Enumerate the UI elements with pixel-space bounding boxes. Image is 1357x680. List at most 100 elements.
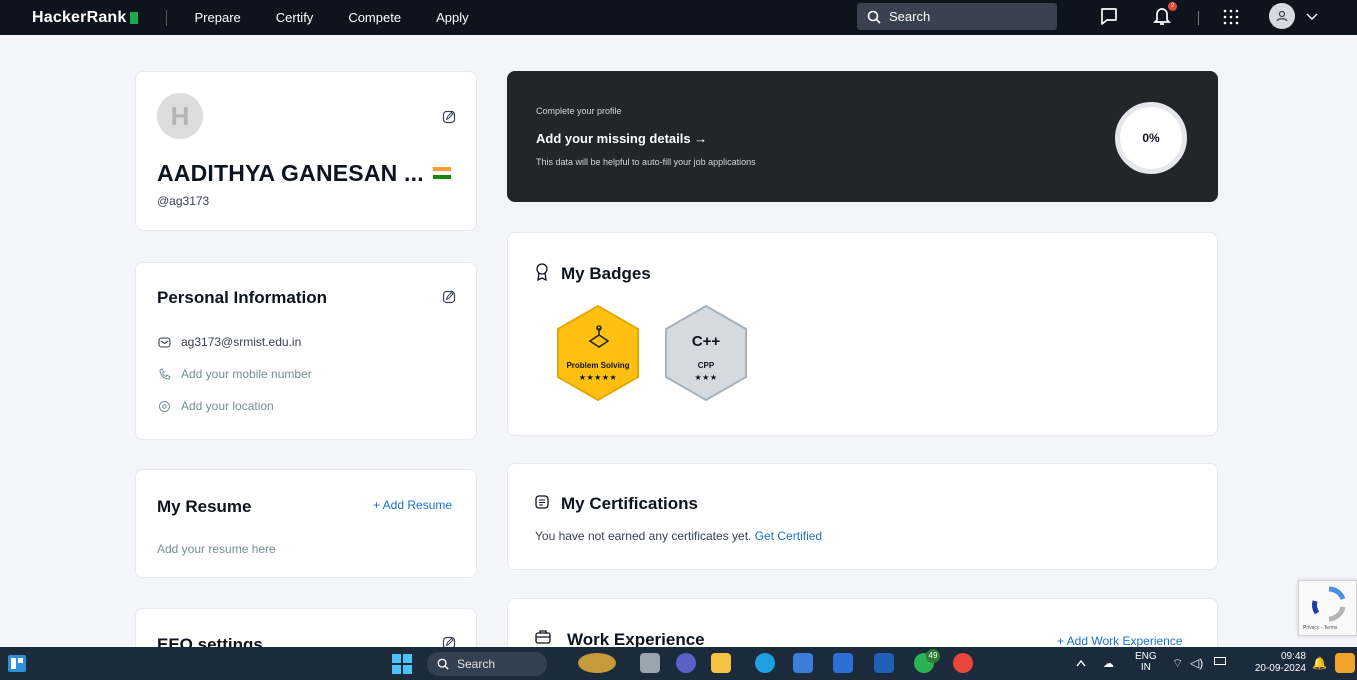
resume-title: My Resume <box>157 497 252 516</box>
taskbar-search-input[interactable]: Search <box>427 652 547 676</box>
chevron-up-icon[interactable] <box>1076 659 1086 667</box>
profile-handle: @ag3173 <box>157 194 210 208</box>
briefcase-icon <box>535 630 551 644</box>
add-work-experience-link[interactable]: + Add Work Experience <box>1057 634 1183 648</box>
profile-name: AADITHYA GANESAN ... <box>157 160 424 186</box>
email-value: ag3173@srmist.edu.in <box>181 335 302 349</box>
main-nav: Prepare Certify Compete Apply <box>195 10 504 25</box>
file-explorer-icon[interactable] <box>711 653 731 673</box>
certifications-card: My Certifications You have not earned an… <box>507 463 1218 570</box>
cpp-logo-text: C++ <box>691 333 721 350</box>
recaptcha-privacy-terms[interactable]: Privacy - Terms <box>1303 625 1337 631</box>
food-app-icon[interactable] <box>578 653 616 673</box>
edit-personal-info-icon[interactable] <box>442 290 456 304</box>
add-resume-link[interactable]: + Add Resume <box>373 498 452 512</box>
windows-start-icon[interactable] <box>392 654 412 674</box>
hexagon-silver-icon <box>665 304 747 402</box>
hackerrank-logo[interactable]: HackerRank <box>32 9 138 27</box>
banner-heading[interactable]: Add your missing details → <box>536 131 707 146</box>
widgets-icon[interactable] <box>8 655 26 672</box>
logo-text: HackerRank <box>32 8 127 26</box>
divider <box>1198 11 1199 25</box>
app-tray-icon[interactable] <box>1335 653 1355 673</box>
microsoft-store-icon[interactable] <box>793 653 813 673</box>
banner-subtitle: Complete your profile <box>536 106 622 116</box>
email-row: ag3173@srmist.edu.in <box>158 335 301 349</box>
search-icon <box>867 10 881 24</box>
location-placeholder: Add your location <box>181 399 274 413</box>
volume-icon[interactable]: ◁) <box>1190 656 1203 670</box>
chrome-icon[interactable] <box>953 653 973 673</box>
banner-description: This data will be helpful to auto-fill y… <box>536 157 756 167</box>
profile-card: H AADITHYA GANESAN ... @ag3173 <box>135 71 477 231</box>
nav-prepare[interactable]: Prepare <box>195 10 241 25</box>
nav-compete[interactable]: Compete <box>348 10 401 25</box>
notification-bell-icon[interactable]: 🔔 <box>1312 656 1327 670</box>
avatar-letter: H <box>170 100 190 131</box>
resume-card: My Resume + Add Resume Add your resume h… <box>135 469 477 578</box>
get-certified-link[interactable]: Get Certified <box>755 529 822 543</box>
certifications-empty-text: You have not earned any certificates yet… <box>535 529 752 543</box>
battery-icon[interactable] <box>1214 657 1226 665</box>
language-indicator[interactable]: ENG IN <box>1135 651 1157 673</box>
taskbar-search-label: Search <box>457 657 496 671</box>
complete-profile-banner[interactable]: Complete your profile Add your missing d… <box>507 71 1218 202</box>
wifi-icon[interactable]: ⌔ <box>1172 656 1183 671</box>
notification-count-badge: 2 <box>1168 2 1177 11</box>
nav-divider <box>165 9 167 26</box>
task-view-icon[interactable] <box>640 653 660 673</box>
clock[interactable]: 09:48 20-09-2024 <box>1244 651 1306 675</box>
search-placeholder: Search <box>889 9 931 24</box>
recaptcha-widget[interactable]: Privacy - Terms <box>1298 580 1357 636</box>
badges-card: My Badges Problem Solving ★★★★★ C++ CPP … <box>507 232 1218 436</box>
problem-solving-badge[interactable]: Problem Solving ★★★★★ <box>552 303 644 403</box>
windows-taskbar: Search 49 ☁ ENG IN ⌔ ◁) 09:48 20-09-2024… <box>0 647 1357 680</box>
resume-placeholder: Add your resume here <box>157 542 276 556</box>
profile-progress-ring: 0% <box>1115 102 1187 174</box>
cpp-badge[interactable]: C++ CPP ★★★ <box>660 303 752 403</box>
certifications-title: My Certifications <box>561 494 698 513</box>
badge-stars: ★★★ <box>694 373 718 382</box>
top-navbar: HackerRank Prepare Certify Compete Apply… <box>0 0 1357 35</box>
mobile-placeholder: Add your mobile number <box>181 367 312 381</box>
apps-grid-icon[interactable] <box>1222 8 1240 26</box>
badge-stars: ★★★★★ <box>578 373 618 382</box>
email-icon <box>158 336 171 348</box>
nav-certify[interactable]: Certify <box>276 10 314 25</box>
profile-avatar: H <box>157 93 203 139</box>
mobile-row[interactable]: Add your mobile number <box>158 367 312 381</box>
certifications-text-row: You have not earned any certificates yet… <box>535 529 822 543</box>
progress-percent: 0% <box>1142 131 1160 145</box>
location-row[interactable]: Add your location <box>158 399 274 413</box>
location-icon <box>159 400 170 412</box>
chevron-down-icon[interactable] <box>1306 12 1318 22</box>
cloud-offline-icon[interactable]: ☁ <box>1103 657 1114 670</box>
nav-apply[interactable]: Apply <box>436 10 469 25</box>
badge-ribbon-icon <box>536 263 548 281</box>
personal-information-title: Personal Information <box>157 288 328 307</box>
user-icon <box>1276 10 1288 22</box>
dropbox-icon[interactable] <box>833 653 853 673</box>
badges-title: My Badges <box>561 264 651 283</box>
region-code: IN <box>1140 662 1151 673</box>
personal-information-card: Personal Information ag3173@srmist.edu.i… <box>135 262 477 440</box>
certificate-icon <box>535 495 549 509</box>
phone-icon <box>159 367 171 380</box>
teams-chat-icon[interactable] <box>676 653 696 673</box>
edit-profile-icon[interactable] <box>442 110 456 124</box>
india-flag-icon <box>433 167 451 179</box>
app-icon[interactable] <box>874 653 894 673</box>
edge-browser-icon[interactable] <box>755 653 775 673</box>
language-code: ENG <box>1135 651 1157 662</box>
user-avatar[interactable] <box>1269 3 1295 29</box>
search-input[interactable]: Search <box>857 3 1057 30</box>
whatsapp-badge: 49 <box>926 649 940 663</box>
logo-square <box>129 11 138 24</box>
messages-icon[interactable] <box>1099 5 1119 27</box>
recaptcha-icon <box>1312 586 1346 622</box>
search-icon <box>437 658 449 670</box>
hexagon-gold-icon <box>557 304 639 402</box>
clock-time: 09:48 <box>1280 651 1306 662</box>
badge-label: CPP <box>697 361 715 370</box>
clock-date: 20-09-2024 <box>1254 663 1306 674</box>
